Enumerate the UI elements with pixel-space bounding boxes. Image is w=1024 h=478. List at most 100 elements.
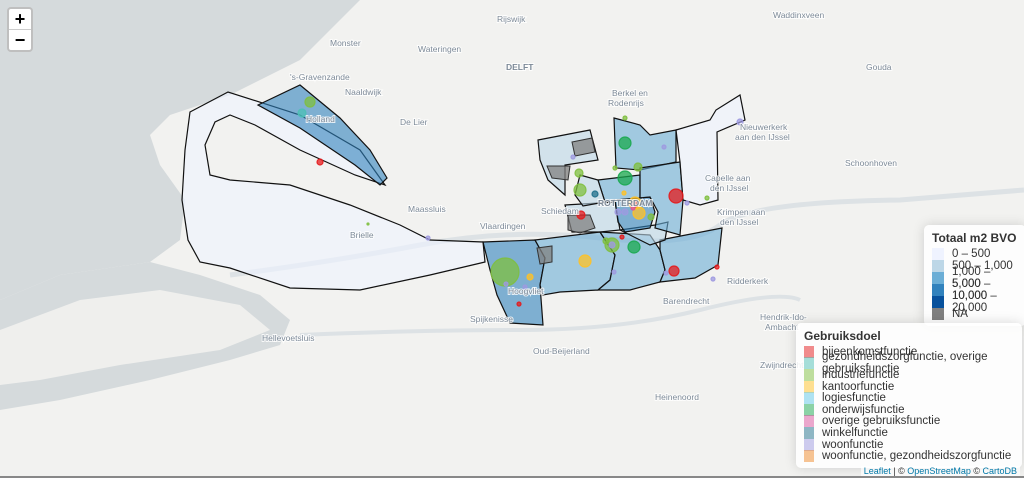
marker-bijeenkomstfunctie[interactable] (516, 301, 522, 307)
legend-label: kantoorfunctie (822, 380, 895, 393)
place-label: Barendrecht (663, 296, 710, 306)
marker-woonfunctie[interactable] (614, 208, 622, 216)
place-label: den IJssel (710, 183, 748, 193)
district-na-4[interactable] (536, 245, 553, 265)
place-label: den IJssel (720, 217, 758, 227)
zoom-control: + − (7, 7, 33, 52)
attribution: Leaflet | © OpenStreetMap © CartoDB (860, 466, 1020, 476)
marker-woonfunctie[interactable] (663, 270, 669, 276)
marker-industriefunctie[interactable] (366, 222, 370, 226)
place-label: Hoogvliet (508, 286, 544, 296)
legend-item: kantoorfunctie (804, 380, 1014, 393)
marker-onderwijsfunctie[interactable] (617, 170, 633, 186)
legend-swatch (804, 345, 814, 358)
place-label: Oud-Beijerland (533, 346, 590, 356)
legend-swatch (804, 368, 814, 381)
marker-industriefunctie[interactable] (704, 195, 710, 201)
place-label: Ambacht (765, 322, 799, 332)
zoom-in-button[interactable]: + (9, 9, 31, 30)
legend-swatch (932, 308, 944, 320)
place-label: Vlaardingen (480, 221, 526, 231)
marker-woonfunctie[interactable] (611, 269, 617, 275)
legend-swatch (804, 380, 814, 393)
legend-label: NA (952, 308, 968, 320)
legend-label: industriefunctie (822, 368, 900, 381)
marker-bijeenkomstfunctie[interactable] (668, 265, 680, 277)
marker-gezondheidszorgfunctie-overige-gebruiksfunctie[interactable] (297, 108, 307, 118)
place-label: Hellevoetsluis (262, 333, 314, 343)
legend-swatch (804, 438, 814, 451)
marker-woonfunctie[interactable] (661, 144, 667, 150)
legend-label: logiesfunctie (822, 392, 886, 405)
place-label: aan den IJssel (735, 132, 790, 142)
legend-title: Gebruiksdoel (804, 329, 881, 343)
place-label: Wateringen (418, 44, 461, 54)
marker-industriefunctie[interactable] (622, 115, 628, 121)
leaflet-link[interactable]: Leaflet (864, 466, 891, 476)
place-label: Schiedam (541, 206, 579, 216)
marker-onderwijsfunctie[interactable] (618, 136, 632, 150)
legend-swatch (804, 450, 814, 463)
legend-label: 0 – 500 (952, 248, 991, 260)
marker-bijeenkomstfunctie[interactable] (316, 158, 324, 166)
legend-label: woonfunctie (822, 438, 884, 451)
legend-swatch (804, 357, 814, 370)
legend-swatch (804, 403, 814, 416)
legend-item: 10,000 – 20,000 (932, 290, 1018, 314)
marker-bijeenkomstfunctie[interactable] (668, 188, 684, 204)
marker-woonfunctie[interactable] (684, 200, 690, 206)
legend-item: gezondheidszorgfunctie, overige gebruiks… (804, 351, 1014, 375)
place-label: Monster (330, 38, 361, 48)
marker-onderwijsfunctie[interactable] (627, 240, 641, 254)
place-label: Waddinxveen (773, 10, 824, 20)
marker-woonfunctie[interactable] (570, 154, 576, 160)
legend-label: woonfunctie, gezondheidszorgfunctie (822, 450, 1012, 463)
marker-woonfunctie[interactable] (425, 235, 431, 241)
place-label: Ridderkerk (727, 276, 769, 286)
legend-item: logiesfunctie (804, 392, 1014, 405)
legend-gebruiksdoel: Gebruiksdoel bijeenkomstfunctie gezondhei… (796, 323, 1022, 468)
marker-industriefunctie[interactable] (602, 237, 610, 245)
legend-item: winkelfunctie (804, 426, 1014, 439)
place-label: DELFT (506, 62, 534, 72)
marker-industriefunctie[interactable] (574, 168, 584, 178)
marker-woonfunctie[interactable] (710, 276, 716, 282)
legend-label: onderwijsfunctie (822, 403, 905, 416)
legend-item: woonfunctie, gezondheidszorgfunctie (804, 450, 1014, 463)
place-label: Spijkenisse (470, 314, 513, 324)
legend-item: onderwijsfunctie (804, 403, 1014, 416)
place-label: Brielle (350, 230, 374, 240)
place-label: Naaldwijk (345, 87, 382, 97)
place-label: Schoonhoven (845, 158, 897, 168)
legend-totaal-bvo: Totaal m2 BVO 0 – 500 500 – 1,000 1,000 – … (924, 225, 1024, 326)
marker-industriefunctie[interactable] (647, 213, 655, 221)
marker-industriefunctie[interactable] (573, 183, 587, 197)
legend-item: 0 – 500 (932, 248, 1018, 260)
marker-winkelfunctie[interactable] (591, 190, 599, 198)
place-label: Hendrik-Ido- (760, 312, 807, 322)
marker-bijeenkomstfunctie[interactable] (714, 264, 720, 270)
place-label: Berkel en (612, 88, 648, 98)
cartodb-link[interactable]: CartoDB (982, 466, 1017, 476)
marker-kantoorfunctie[interactable] (578, 254, 592, 268)
marker-woonfunctie[interactable] (621, 208, 629, 216)
marker-woonfunctie[interactable] (608, 241, 616, 249)
marker-kantoorfunctie[interactable] (526, 273, 534, 281)
attribution-sep: | © (890, 466, 908, 476)
place-label: Gouda (866, 62, 892, 72)
marker-industriefunctie[interactable] (612, 165, 618, 171)
legend-swatch (932, 296, 944, 308)
legend-swatch (804, 415, 814, 428)
marker-industriefunctie[interactable] (304, 96, 316, 108)
legend-swatch (932, 284, 944, 296)
marker-kantoorfunctie[interactable] (621, 190, 627, 196)
place-label: Maassluis (408, 204, 446, 214)
river-oude-maas (299, 294, 801, 337)
marker-industriefunctie[interactable] (633, 162, 643, 172)
osm-link[interactable]: OpenStreetMap (907, 466, 971, 476)
marker-bijeenkomstfunctie[interactable] (619, 234, 625, 240)
legend-item: woonfunctie (804, 438, 1014, 451)
legend-swatch (804, 392, 814, 405)
zoom-out-button[interactable]: − (9, 30, 31, 50)
legend-item: overige gebruiksfunctie (804, 415, 1014, 428)
